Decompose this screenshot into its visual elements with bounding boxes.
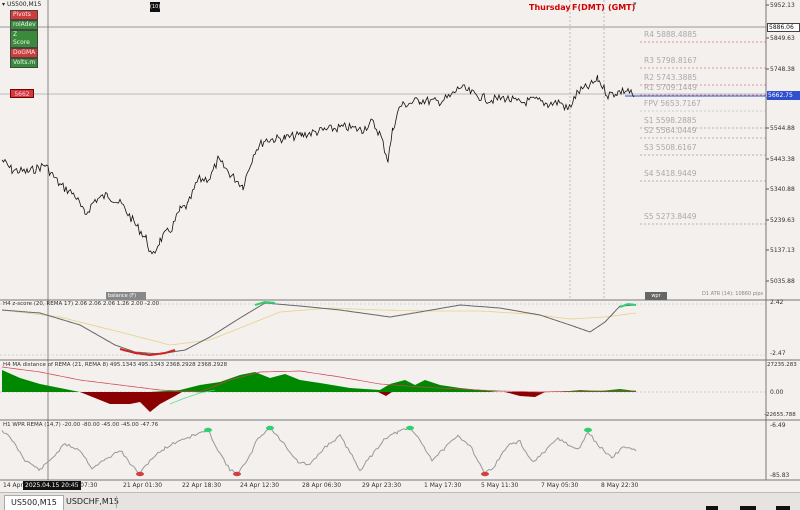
- zscore-panel[interactable]: [0, 300, 766, 360]
- time-label: 22 Apr 18:30: [182, 482, 222, 489]
- wpr-panel[interactable]: [0, 420, 766, 480]
- zscore-title: H4 z-score (20, REMA 17) 2.06 2.06 2.06 …: [3, 301, 160, 307]
- wpr-title: H1 WPR REMA (14,7) -20.00 -80.00 -45.00 …: [3, 422, 159, 428]
- price-tick-label: 5849.63: [770, 35, 795, 42]
- time-label: 5 May 11:30: [481, 482, 519, 489]
- indicator-legend: Pivots rolAdev Z Score DoGMA Volts.m: [10, 10, 38, 68]
- pivot-label-fpv: FPV 5653.7167: [644, 99, 701, 108]
- crosshair-price-label: 5886.06: [767, 23, 800, 32]
- ma-distance-title: H4 MA distance of REMA (21, REMA 8) 495.…: [3, 362, 228, 368]
- time-label: 8 May 22:30: [601, 482, 639, 489]
- ma-tick-low: -22655.788: [764, 412, 796, 418]
- wpr-extreme-mark: [481, 471, 489, 477]
- wpr-extreme-mark: [204, 427, 212, 433]
- price-marker-left[interactable]: 5662: [10, 89, 34, 98]
- price-tick-label: 5137.13: [770, 247, 795, 254]
- price-tick-label: 5748.38: [770, 66, 795, 73]
- pivot-label-s5: S5 5273.8449: [644, 212, 697, 221]
- time-label: 7 May 05:30: [541, 482, 579, 489]
- scroll-indicator[interactable]: [706, 506, 718, 510]
- gmt-label: (GMT): [608, 3, 636, 12]
- tab-divider: [116, 496, 117, 508]
- ma-tick-high: 27235.283: [767, 362, 797, 368]
- one-click-trading-box[interactable]: (10): [150, 2, 160, 12]
- zscore-tick-low: -2.47: [770, 350, 786, 357]
- atr-text: D1 ATR (14): 10860 pips: [702, 291, 764, 297]
- wpr-extreme-mark: [266, 425, 274, 431]
- legend-button-0[interactable]: Pivots: [10, 10, 38, 20]
- time-label: pr 07:30: [72, 482, 98, 489]
- price-tick-label: 5239.63: [770, 217, 795, 224]
- legend-button-2[interactable]: Z Score: [10, 30, 38, 48]
- legend-button-3[interactable]: DoGMA: [10, 48, 38, 58]
- tab-us500[interactable]: US500,M15: [4, 495, 64, 510]
- symbol-tab-bar: US500,M15 USDCHF,M15: [0, 492, 800, 510]
- pivot-label-s1: S1 5598.2885: [644, 116, 697, 125]
- price-tick-label: 5340.88: [770, 186, 795, 193]
- wpr-extreme-mark: [136, 471, 144, 477]
- pivot-label-r2: R2 5743.3885: [644, 73, 697, 82]
- time-label: 28 Apr 06:30: [302, 482, 342, 489]
- pivot-label-r4: R4 5888.4885: [644, 30, 697, 39]
- current-price-label: 5662.75: [767, 91, 800, 100]
- price-tick-label: 5035.88: [770, 278, 795, 285]
- wpr-extreme-mark: [233, 471, 241, 477]
- scroll-indicator[interactable]: [776, 506, 790, 510]
- pivot-label-s2: S2 5564.0449: [644, 126, 697, 135]
- pivot-label-s3: S3 5508.6167: [644, 143, 697, 152]
- wpr-tick-high: -6.49: [770, 422, 786, 429]
- wpr-tick-low: -85.83: [770, 472, 790, 479]
- wpr-label[interactable]: wpr: [645, 292, 667, 300]
- price-tick-label: 5544.88: [770, 125, 795, 132]
- time-label: 24 Apr 12:30: [240, 482, 280, 489]
- time-label-first: 14 Apr: [3, 482, 23, 489]
- dmt-label: F(DMT): [572, 3, 605, 12]
- day-label: Thursday: [529, 3, 571, 12]
- scroll-indicator[interactable]: [740, 506, 756, 510]
- symbol-header: US500,M15: [6, 1, 42, 8]
- legend-button-4[interactable]: Volts.m: [10, 58, 38, 68]
- pivot-label-s4: S4 5418.9449: [644, 169, 697, 178]
- pivot-label-r1: R1 5709.1449: [644, 83, 697, 92]
- time-label: 1 May 17:30: [424, 482, 462, 489]
- time-label: 29 Apr 23:30: [362, 482, 402, 489]
- pivot-label-r3: R3 5798.8167: [644, 56, 697, 65]
- price-tick-label: 5443.38: [770, 156, 795, 163]
- price-tick-label: 5952.13: [770, 2, 795, 9]
- collapse-arrow-icon[interactable]: ▾: [2, 1, 5, 8]
- legend-button-1[interactable]: rolAdev: [10, 20, 38, 30]
- wpr-extreme-mark: [584, 427, 592, 433]
- chart-header: ▾ US500,M15: [2, 1, 41, 8]
- scroll-marker-icon: ▾: [633, 0, 637, 8]
- price-axis[interactable]: [766, 0, 800, 492]
- zscore-tick-high: 2.42: [770, 299, 784, 306]
- balance-label[interactable]: balance (F): [106, 292, 146, 300]
- time-label: 21 Apr 01:30: [123, 482, 163, 489]
- ma-tick-zero: 0.00: [770, 389, 784, 396]
- wpr-extreme-mark: [406, 425, 414, 431]
